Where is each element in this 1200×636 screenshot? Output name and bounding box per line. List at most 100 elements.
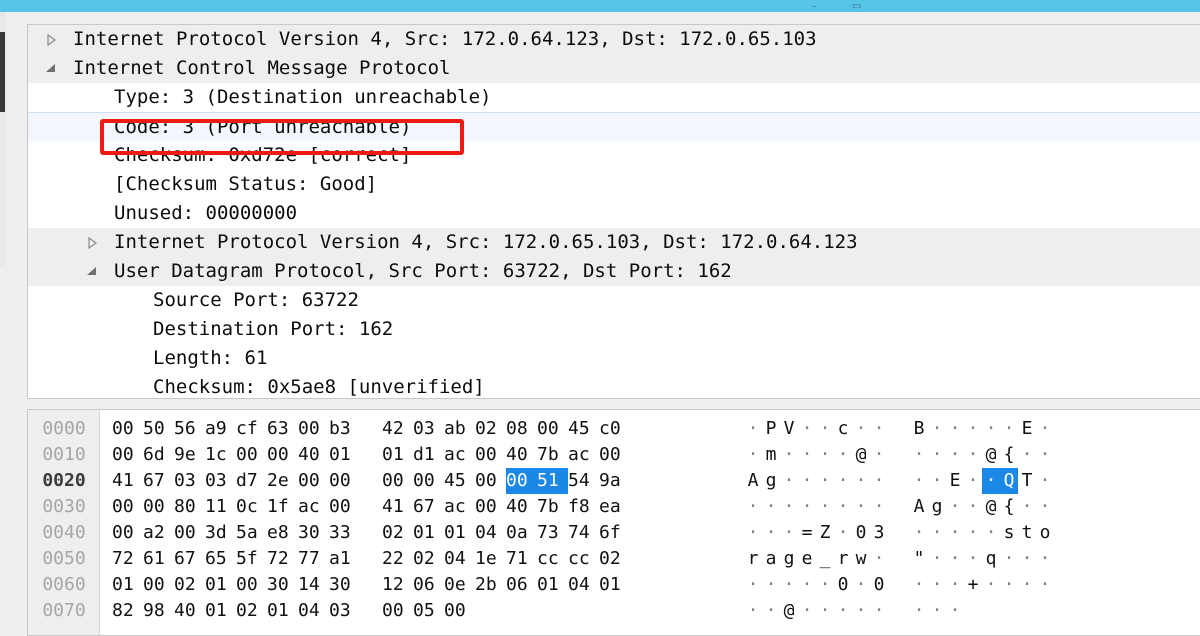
hex-byte[interactable]: 00	[537, 416, 568, 442]
ascii-char[interactable]: B	[910, 416, 928, 442]
protocol-tree-row[interactable]: Length: 61	[28, 344, 1200, 373]
ascii-char[interactable]: ·	[910, 572, 928, 598]
ascii-char[interactable]: c	[834, 416, 852, 442]
ascii-char[interactable]: ·	[1036, 468, 1054, 494]
ascii-char[interactable]: g	[762, 468, 780, 494]
hex-byte[interactable]: ac	[444, 442, 475, 468]
ascii-char[interactable]: ·	[1036, 572, 1054, 598]
hex-byte[interactable]: b3	[329, 416, 360, 442]
ascii-group[interactable]: · · · · · 0 · 0 · · · + · · · ·	[744, 572, 1054, 598]
ascii-char[interactable]: ·	[870, 546, 888, 572]
hex-byte[interactable]: 00	[174, 520, 205, 546]
hex-byte[interactable]: 01	[205, 572, 236, 598]
hex-byte[interactable]: 7b	[537, 494, 568, 520]
ascii-char[interactable]: ·	[910, 520, 928, 546]
ascii-char[interactable]: ·	[928, 442, 946, 468]
hex-byte[interactable]: 00	[236, 572, 267, 598]
ascii-char[interactable]: A	[744, 468, 762, 494]
hex-byte[interactable]: 45	[444, 468, 475, 494]
ascii-char[interactable]: ·	[870, 416, 888, 442]
ascii-char[interactable]: ·	[870, 468, 888, 494]
hex-byte[interactable]: 04	[568, 572, 599, 598]
hex-byte[interactable]: 41	[382, 494, 413, 520]
hex-byte[interactable]: e8	[267, 520, 298, 546]
chevron-right-icon[interactable]	[85, 228, 99, 257]
hex-byte[interactable]: ea	[599, 494, 630, 520]
hex-byte[interactable]: 82	[112, 598, 143, 624]
ascii-char[interactable]: ·	[982, 468, 1000, 494]
hex-byte[interactable]: 01	[329, 442, 360, 468]
hex-byte[interactable]: 2b	[475, 572, 506, 598]
ascii-char[interactable]: ·	[910, 468, 928, 494]
ascii-char[interactable]: ·	[780, 572, 798, 598]
ascii-char[interactable]: ·	[946, 494, 964, 520]
ascii-char[interactable]: E	[946, 468, 964, 494]
hex-byte[interactable]: 14	[298, 572, 329, 598]
ascii-char[interactable]: ·	[798, 442, 816, 468]
ascii-char[interactable]: ·	[982, 416, 1000, 442]
hex-byte[interactable]: 00	[267, 442, 298, 468]
hex-byte[interactable]: 03	[174, 468, 205, 494]
hex-byte[interactable]: 00	[444, 598, 475, 624]
ascii-char[interactable]: ·	[852, 416, 870, 442]
chevron-down-icon[interactable]	[85, 257, 99, 286]
hex-byte[interactable]: 56	[174, 416, 205, 442]
hex-byte[interactable]: 54	[568, 468, 599, 494]
protocol-tree-row[interactable]: Checksum: 0xd72e [correct]	[28, 141, 1200, 170]
ascii-char[interactable]: ·	[946, 572, 964, 598]
hex-byte[interactable]: f8	[568, 494, 599, 520]
hex-byte[interactable]: 65	[205, 546, 236, 572]
hex-byte[interactable]: 00	[236, 442, 267, 468]
hex-byte[interactable]: 04	[444, 546, 475, 572]
hex-byte[interactable]: 01	[112, 572, 143, 598]
hex-byte[interactable]: 5f	[236, 546, 267, 572]
hex-byte[interactable]: 3d	[205, 520, 236, 546]
ascii-char[interactable]: _	[816, 546, 834, 572]
ascii-char[interactable]: ·	[852, 468, 870, 494]
ascii-char[interactable]: 0	[834, 572, 852, 598]
hex-byte-group[interactable]: 00 00 80 11 0c 1f ac 00 41 67 ac 00 40 7b f8 ea	[112, 494, 630, 520]
hex-byte[interactable]: ac	[568, 442, 599, 468]
ascii-char[interactable]: ·	[834, 442, 852, 468]
ascii-char[interactable]: 0	[852, 520, 870, 546]
hex-byte[interactable]: 50	[143, 416, 174, 442]
ascii-char[interactable]: ·	[928, 598, 946, 624]
hex-byte[interactable]: 11	[205, 494, 236, 520]
ascii-char[interactable]: e	[798, 546, 816, 572]
hex-byte[interactable]: 00	[382, 598, 413, 624]
hex-byte[interactable]: 06	[413, 572, 444, 598]
hex-byte[interactable]: 00	[599, 442, 630, 468]
restore-icon[interactable]: ▭	[852, 2, 861, 12]
hex-byte[interactable]: 00	[413, 468, 444, 494]
ascii-char[interactable]: ·	[762, 572, 780, 598]
protocol-tree-row[interactable]: Code: 3 (Port unreachable)	[28, 112, 1200, 141]
hex-dump-row[interactable]: 0030 00 00 80 11 0c 1f ac 00 41 67 ac 00 40 7b f8 ea · · · ·…	[28, 494, 1200, 520]
hex-byte[interactable]: 00	[112, 494, 143, 520]
protocol-tree-row[interactable]: Internet Protocol Version 4, Src: 172.0.…	[28, 228, 1200, 257]
hex-byte[interactable]: 01	[267, 598, 298, 624]
ascii-char[interactable]: ·	[946, 546, 964, 572]
hex-byte[interactable]: 40	[174, 598, 205, 624]
ascii-char[interactable]: ·	[964, 494, 982, 520]
ascii-char[interactable]: ·	[744, 416, 762, 442]
hex-byte[interactable]: 33	[329, 520, 360, 546]
ascii-char[interactable]: A	[910, 494, 928, 520]
hex-byte[interactable]: 00	[112, 442, 143, 468]
ascii-char[interactable]: ·	[816, 416, 834, 442]
hex-byte[interactable]: 04	[475, 520, 506, 546]
ascii-char[interactable]: ·	[1018, 572, 1036, 598]
hex-byte[interactable]: a2	[143, 520, 174, 546]
ascii-char[interactable]: ·	[780, 494, 798, 520]
ascii-char[interactable]: ·	[816, 598, 834, 624]
hex-byte[interactable]: 00	[143, 494, 174, 520]
ascii-char[interactable]: ·	[964, 416, 982, 442]
ascii-char[interactable]: E	[1018, 416, 1036, 442]
ascii-char[interactable]: =	[798, 520, 816, 546]
hex-dump-row[interactable]: 0060 01 00 02 01 00 30 14 30 12 06 0e 2b 06 01 04 01 · · · ·…	[28, 572, 1200, 598]
ascii-char[interactable]: ·	[1036, 416, 1054, 442]
hex-byte-group[interactable]: 72 61 67 65 5f 72 77 a1 22 02 04 1e 71 cc cc 02	[112, 546, 630, 572]
ascii-char[interactable]: ·	[1036, 546, 1054, 572]
hex-byte-group[interactable]: 82 98 40 01 02 01 04 03 00 05 00	[112, 598, 475, 624]
hex-byte[interactable]: 9a	[599, 468, 630, 494]
ascii-char[interactable]: ·	[870, 598, 888, 624]
